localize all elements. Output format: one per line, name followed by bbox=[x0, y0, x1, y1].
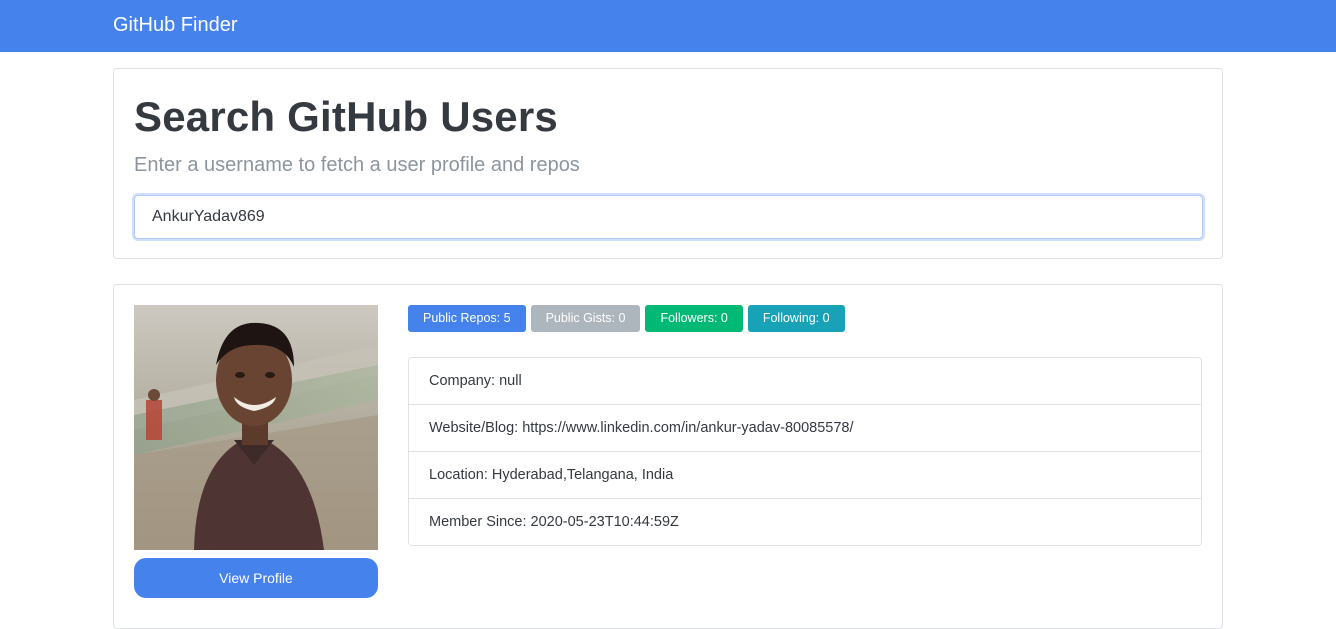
profile-card: View Profile Public Repos: 5 Public Gist… bbox=[113, 284, 1223, 629]
public-gists-badge: Public Gists: 0 bbox=[530, 305, 641, 332]
website-item: Website/Blog: https://www.linkedin.com/i… bbox=[409, 405, 1201, 452]
profile-details-list: Company: null Website/Blog: https://www.… bbox=[408, 357, 1202, 546]
avatar bbox=[134, 305, 378, 550]
following-badge: Following: 0 bbox=[747, 305, 845, 332]
followers-badge: Followers: 0 bbox=[645, 305, 743, 332]
page-title: Search GitHub Users bbox=[134, 93, 558, 140]
company-item: Company: null bbox=[409, 358, 1201, 405]
public-repos-badge: Public Repos: 5 bbox=[408, 305, 526, 332]
location-item: Location: Hyderabad,Telangana, India bbox=[409, 452, 1201, 499]
search-card: Search GitHub Users Enter a username to … bbox=[113, 68, 1223, 259]
view-profile-button[interactable]: View Profile bbox=[134, 558, 378, 598]
avatar-photo bbox=[134, 305, 378, 550]
navbar: GitHub Finder bbox=[0, 0, 1336, 52]
search-subtitle: Enter a username to fetch a user profile… bbox=[134, 154, 580, 176]
member-since-item: Member Since: 2020-05-23T10:44:59Z bbox=[409, 499, 1201, 545]
stats-badges: Public Repos: 5 Public Gists: 0 Follower… bbox=[408, 305, 845, 333]
brand-link[interactable]: GitHub Finder bbox=[113, 12, 238, 38]
search-input[interactable] bbox=[134, 195, 1203, 239]
